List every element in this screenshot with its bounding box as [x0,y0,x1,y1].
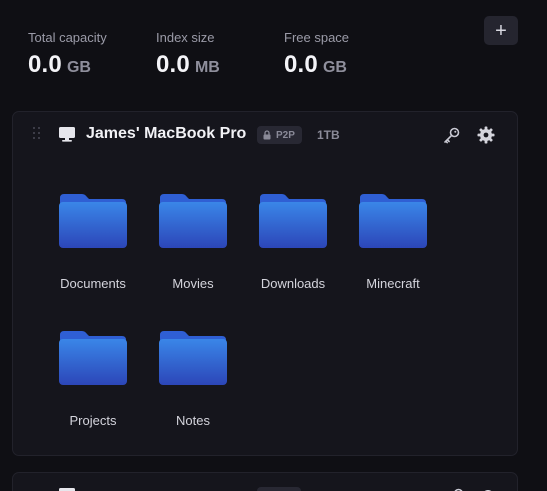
folder-downloads[interactable]: Downloads [243,192,343,291]
stat-value: 0.0 GB [284,51,412,79]
folder-label: Projects [69,413,117,428]
folder-icon [159,194,227,248]
stat-free-space: Free space 0.0 GB [284,30,412,79]
laptop-icon [59,488,75,491]
folder-movies[interactable]: Movies [143,192,243,291]
folder-icon [59,194,127,248]
p2p-badge-label: P2P [276,129,295,141]
p2p-badge: P2P [257,126,302,144]
stat-label: Free space [284,30,350,45]
add-location-button[interactable]: + [484,16,518,45]
device-card: James' MacBook Pro P2P 1TB Documents Mov… [12,111,518,456]
stat-number: 0.0 [284,51,318,78]
drag-handle-icon[interactable] [33,127,43,143]
stat-label: Total capacity [28,30,107,45]
folder-minecraft[interactable]: Minecraft [343,192,443,291]
device-header: James' MacBook Pro P2P 1TB [13,124,517,146]
folder-projects[interactable]: Projects [43,329,143,428]
stat-number: 0.0 [28,51,62,78]
gear-icon[interactable] [477,126,495,144]
device-capacity: 1TB [317,128,340,142]
stat-value: 0.0 GB [28,51,156,79]
folder-label: Documents [60,276,126,291]
folder-label: Movies [172,276,214,291]
stat-unit: GB [66,59,91,76]
folder-documents[interactable]: Documents [43,192,143,291]
device-card-partial [12,472,518,491]
lock-icon [263,130,271,140]
folder-icon [159,331,227,385]
stat-total-capacity: Total capacity 0.0 GB [28,30,156,79]
stat-label: Index size [156,30,215,45]
key-icon[interactable] [443,126,461,144]
laptop-icon [59,127,75,142]
folder-notes[interactable]: Notes [143,329,243,428]
storage-stats: Total capacity 0.0 GB Index size 0.0 MB … [28,30,412,79]
folder-label: Minecraft [366,276,420,291]
p2p-badge [257,487,301,491]
gear-icon[interactable] [479,487,497,491]
folder-icon [259,194,327,248]
stat-unit: GB [322,59,347,76]
device-name: James' MacBook Pro [86,125,247,142]
stat-unit: MB [194,59,220,76]
folder-label: Downloads [260,276,326,291]
folder-icon [59,331,127,385]
stat-index-size: Index size 0.0 MB [156,30,284,79]
folder-label: Notes [176,413,210,428]
key-icon[interactable] [447,487,465,491]
stat-number: 0.0 [156,51,190,78]
folder-icon [359,194,427,248]
stat-value: 0.0 MB [156,51,284,79]
